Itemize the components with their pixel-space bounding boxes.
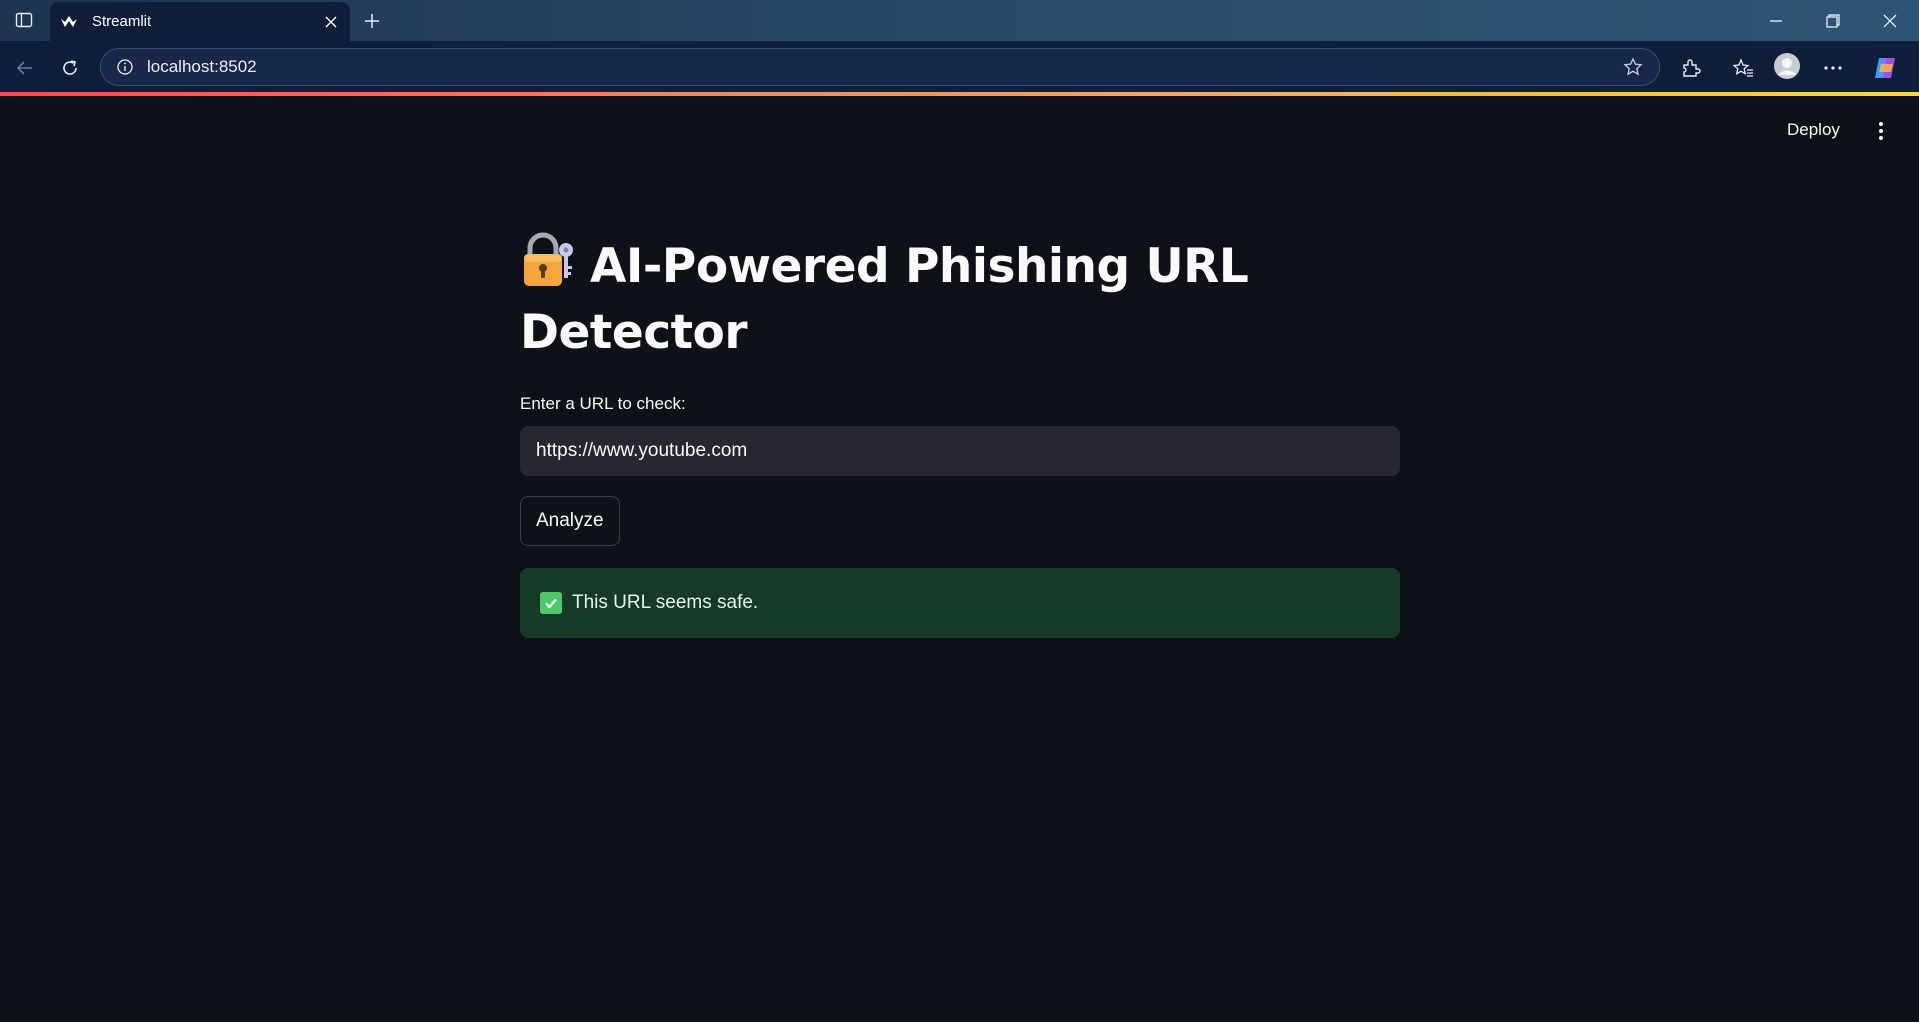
close-window-icon[interactable] xyxy=(1877,8,1903,34)
back-arrow-icon[interactable] xyxy=(12,55,38,81)
url-input[interactable] xyxy=(520,426,1400,476)
page-title: AI-Powered Phishing URL Detector xyxy=(520,230,1400,366)
deploy-button[interactable]: Deploy xyxy=(1787,120,1840,140)
extensions-icon[interactable] xyxy=(1677,54,1705,82)
analyze-button[interactable]: Analyze xyxy=(520,496,620,546)
favorites-icon[interactable] xyxy=(1729,54,1757,82)
browser-tab[interactable]: Streamlit xyxy=(50,2,350,41)
main-content: AI-Powered Phishing URL Detector Enter a… xyxy=(520,230,1400,638)
streamlit-logo-icon xyxy=(60,13,78,31)
streamlit-decoration-bar xyxy=(0,92,1919,96)
browser-titlebar: Streamlit xyxy=(0,0,1919,41)
url-input-label: Enter a URL to check: xyxy=(520,394,686,413)
new-tab-icon[interactable] xyxy=(360,9,384,33)
browser-toolbar: localhost:8502 xyxy=(0,41,1919,92)
check-mark-icon xyxy=(540,592,562,614)
url-text[interactable]: localhost:8502 xyxy=(147,57,1621,77)
success-alert: This URL seems safe. xyxy=(520,568,1400,638)
result-message: This URL seems safe. xyxy=(572,592,759,613)
copilot-icon[interactable] xyxy=(1871,54,1899,82)
address-bar[interactable]: localhost:8502 xyxy=(100,48,1660,86)
tab-title: Streamlit xyxy=(92,13,152,30)
locked-with-key-icon xyxy=(520,230,576,290)
more-options-icon[interactable] xyxy=(1819,54,1847,82)
reload-icon[interactable] xyxy=(57,55,83,81)
close-tab-icon[interactable] xyxy=(322,13,340,31)
page-title-text: AI-Powered Phishing URL Detector xyxy=(520,239,1249,360)
sidebar-toggle-icon[interactable] xyxy=(14,10,34,30)
site-info-icon[interactable] xyxy=(115,57,135,77)
profile-avatar-icon[interactable] xyxy=(1773,52,1801,80)
favorite-star-icon[interactable] xyxy=(1621,55,1645,79)
main-menu-kebab-icon[interactable] xyxy=(1870,120,1892,142)
restore-icon[interactable] xyxy=(1820,8,1846,34)
minimize-icon[interactable] xyxy=(1763,8,1789,34)
